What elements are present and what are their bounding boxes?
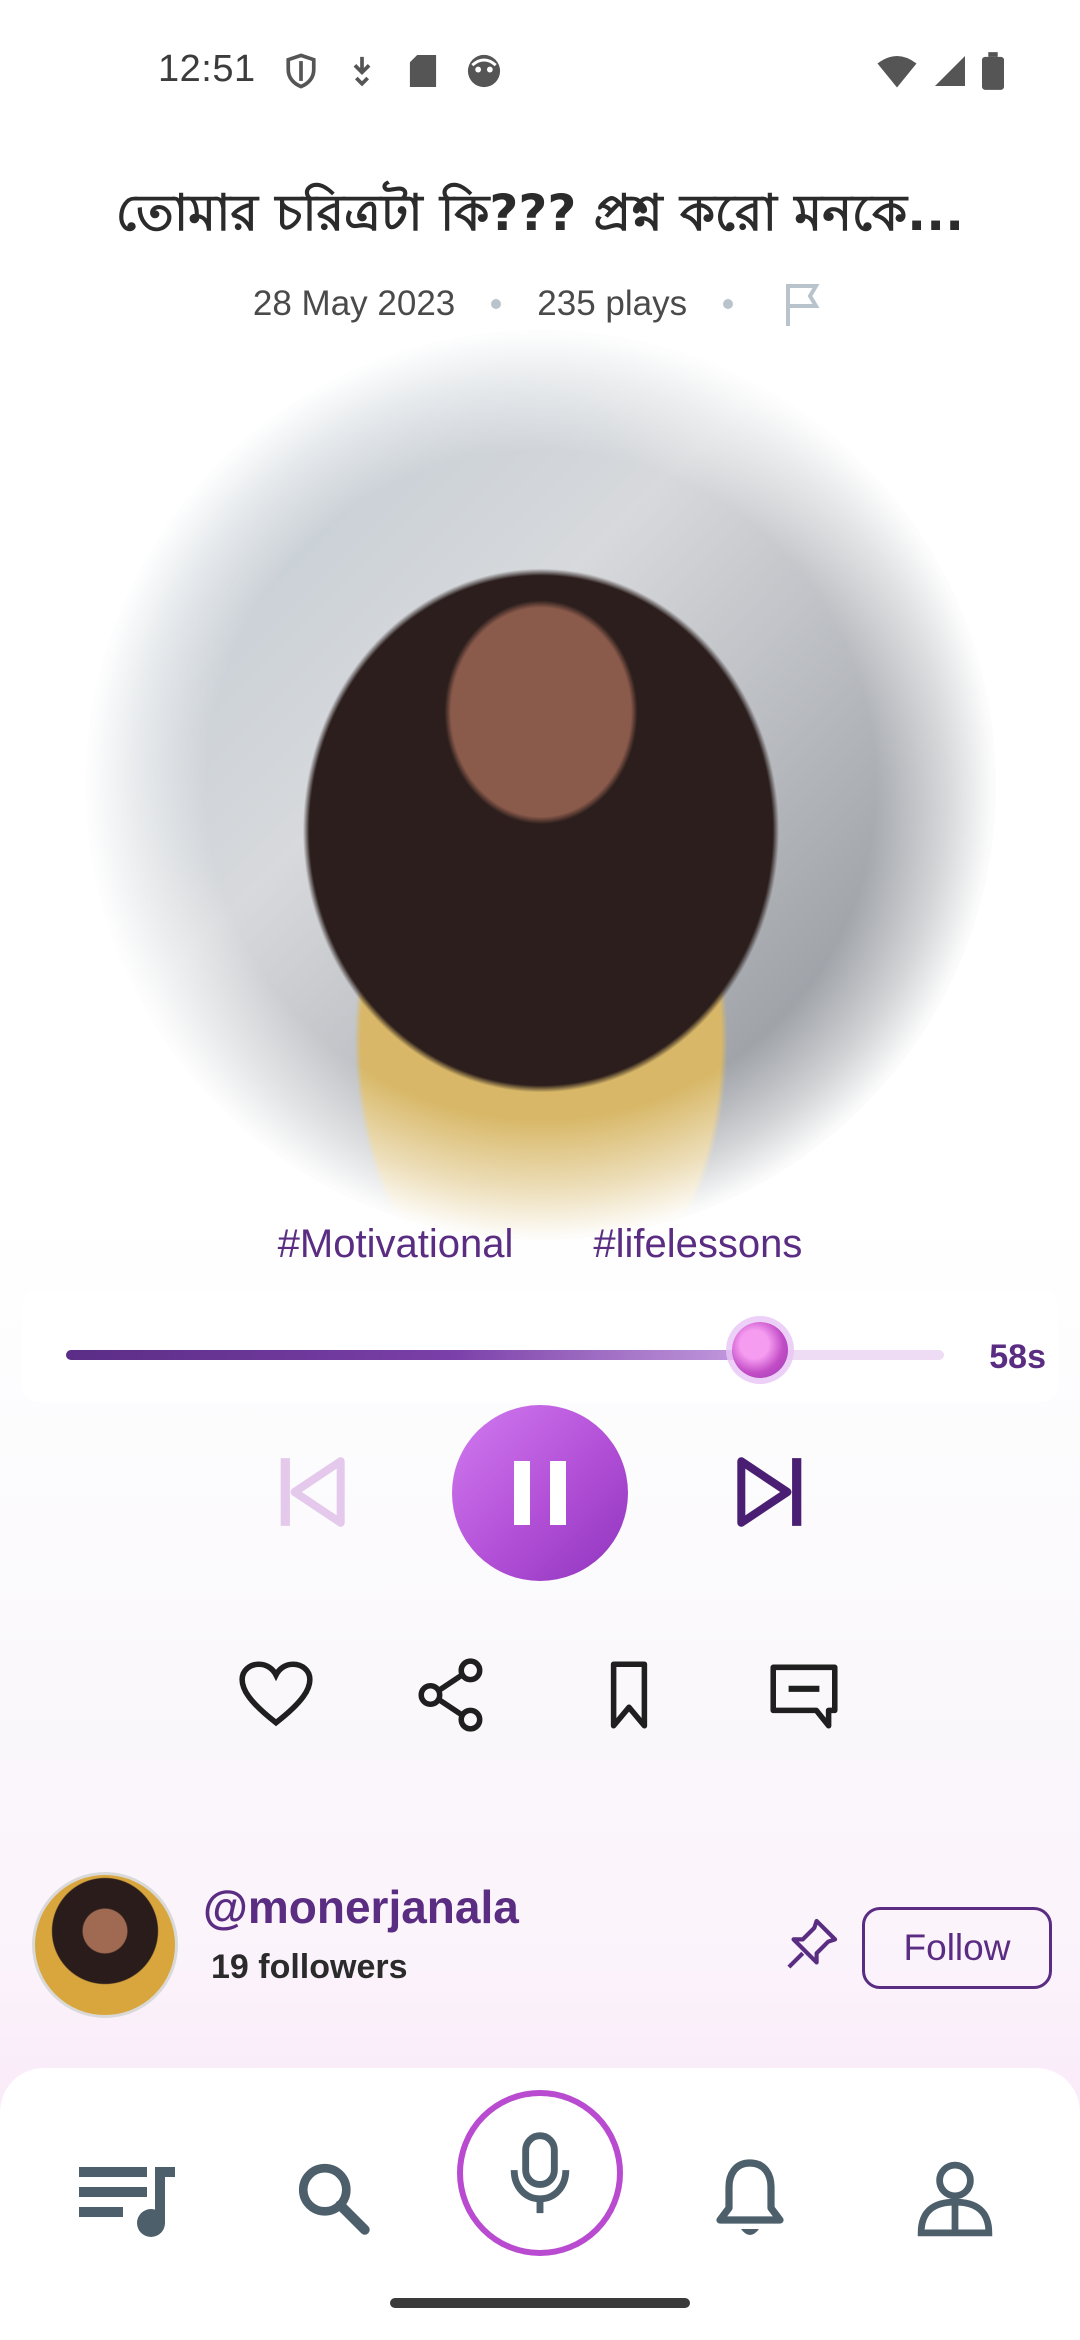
track-date: 28 May 2023	[252, 284, 456, 323]
heart-icon[interactable]	[236, 1655, 316, 1735]
playback-controls	[0, 1400, 1080, 1581]
battery-icon	[982, 52, 1004, 90]
seek-thumb[interactable]	[731, 1322, 788, 1378]
tag-motivational[interactable]: #Motivational	[278, 1222, 514, 1267]
follow-button[interactable]: Follow	[862, 1907, 1052, 1989]
playlist-icon	[79, 2167, 175, 2237]
nav-search[interactable]	[279, 2144, 389, 2254]
seek-fill	[66, 1350, 760, 1360]
pin-icon[interactable]	[782, 1914, 842, 1974]
profile-icon	[917, 2161, 993, 2237]
time-remaining: 58s	[989, 1338, 1046, 1376]
status-time: 12:51	[158, 48, 256, 90]
tag-list: #Motivational #lifelessons	[0, 1222, 1080, 1267]
sd-card-icon	[409, 55, 437, 87]
cover-image	[86, 330, 996, 1240]
pause-button[interactable]	[452, 1405, 628, 1581]
nav-playlist[interactable]	[72, 2144, 182, 2254]
progress-bar: 58s	[22, 1290, 1058, 1402]
status-bar: 12:51	[0, 0, 1080, 140]
download-icon	[353, 56, 371, 87]
nav-profile[interactable]	[900, 2144, 1010, 2254]
search-icon	[298, 2163, 370, 2235]
system-icons	[876, 52, 1004, 90]
action-row	[0, 1655, 1080, 1735]
bell-icon	[716, 2159, 784, 2235]
mic-icon	[510, 2132, 570, 2214]
skip-next-icon[interactable]	[732, 1452, 806, 1532]
wifi-icon	[877, 56, 917, 88]
track-meta: 28 May 2023 235 plays	[0, 278, 1080, 330]
creator-row: @monerjanala 19 followers Follow	[0, 1872, 1080, 2022]
seek-track[interactable]	[66, 1350, 944, 1360]
bookmark-icon[interactable]	[589, 1655, 669, 1735]
comment-icon[interactable]	[764, 1655, 844, 1735]
creator-followers: 19 followers	[211, 1948, 408, 1986]
nav-notifications[interactable]	[695, 2144, 805, 2254]
track-plays: 235 plays	[537, 284, 688, 323]
track-title: তোমার চরিত্রটা কি??? প্রশ্ন করো মনকে...	[115, 184, 965, 242]
creator-handle[interactable]: @monerjanala	[203, 1880, 519, 1934]
face-icon	[467, 54, 501, 88]
creator-avatar[interactable]	[32, 1872, 178, 2018]
meta-separator	[723, 299, 734, 309]
tag-lifelessons[interactable]: #lifelessons	[593, 1222, 802, 1267]
pause-icon	[514, 1461, 566, 1525]
signal-icon	[935, 56, 965, 86]
skip-previous-icon[interactable]	[276, 1452, 350, 1532]
share-icon[interactable]	[412, 1655, 492, 1735]
shield-icon	[286, 53, 316, 89]
meta-separator	[491, 299, 502, 309]
home-indicator[interactable]	[390, 2298, 690, 2308]
flag-icon[interactable]	[777, 278, 827, 330]
record-button[interactable]	[457, 2090, 623, 2256]
